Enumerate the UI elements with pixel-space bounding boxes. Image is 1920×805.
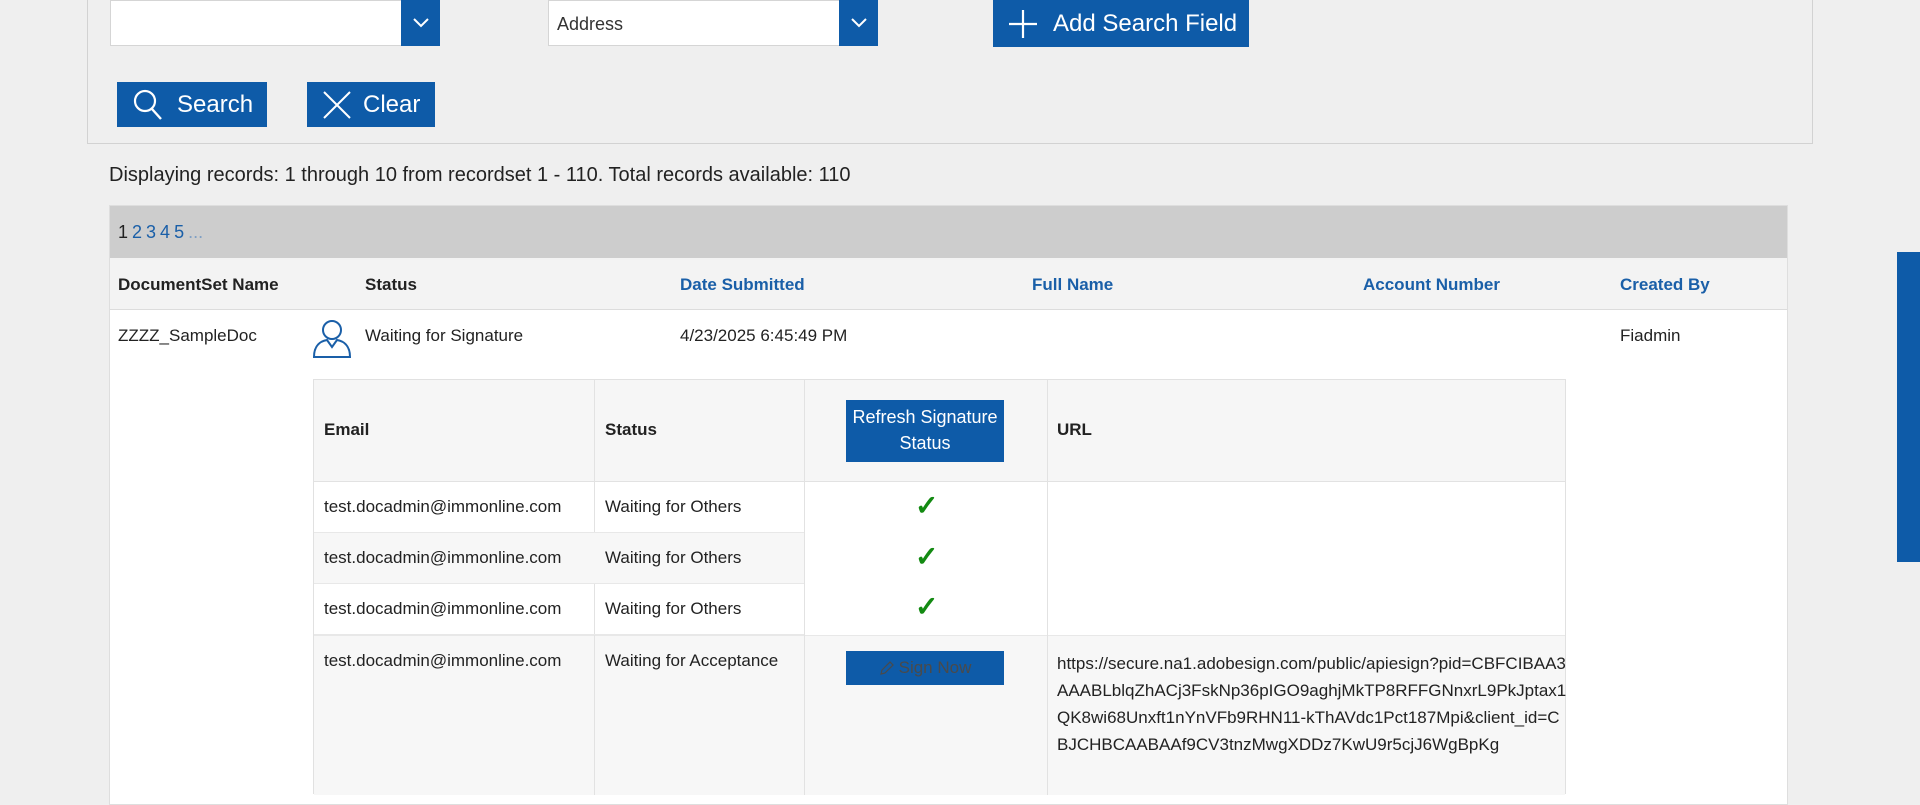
pager-page-link[interactable]: 5 xyxy=(174,222,184,243)
close-icon xyxy=(323,90,351,119)
col-account-number-sort[interactable]: Account Number xyxy=(1363,275,1500,295)
pager-page-link[interactable]: 4 xyxy=(160,222,170,243)
checkmark-icon: ✓ xyxy=(915,490,939,521)
signers-header-row: Email Status Refresh Signature Status UR… xyxy=(314,380,1565,482)
signer-row: test.docadmin@immonline.com Waiting for … xyxy=(314,482,804,533)
chevron-down-icon xyxy=(412,18,429,28)
signers-col-email: Email xyxy=(324,420,370,439)
chevron-down-icon xyxy=(850,18,867,28)
search-type-dropdown-button[interactable] xyxy=(839,0,878,46)
sign-now-button[interactable]: Sign Now xyxy=(846,651,1004,685)
col-full-name-sort[interactable]: Full Name xyxy=(1032,275,1113,295)
clear-button-label: Clear xyxy=(363,90,421,118)
row-status: Waiting for Signature xyxy=(365,326,524,345)
pager-more-link[interactable]: ... xyxy=(188,222,203,243)
signer-email: test.docadmin@immonline.com xyxy=(324,497,562,516)
search-type-select[interactable]: Address xyxy=(548,0,878,46)
signer-status: Waiting for Others xyxy=(605,548,742,567)
refresh-signature-status-button[interactable]: Refresh Signature Status xyxy=(846,400,1004,462)
checkmark-icon: ✓ xyxy=(915,591,939,622)
results-table: 1 2 3 4 5 ... DocumentSet Name Status Da… xyxy=(109,205,1788,805)
signer-email: test.docadmin@immonline.com xyxy=(324,651,562,670)
signer-row: test.docadmin@immonline.com Waiting for … xyxy=(314,533,804,584)
pager-page-link[interactable]: 2 xyxy=(132,222,142,243)
sign-now-label: Sign Now xyxy=(898,658,972,677)
search-icon xyxy=(133,89,162,120)
signer-status: Waiting for Others xyxy=(605,599,742,618)
signers-col-url: URL xyxy=(1057,420,1092,439)
signer-status: Waiting for Others xyxy=(605,497,742,516)
clear-button[interactable]: Clear xyxy=(307,82,435,127)
signer-status: Waiting for Acceptance xyxy=(605,651,779,670)
row-documentset-name: ZZZZ_SampleDoc xyxy=(118,326,257,345)
pager: 1 2 3 4 5 ... xyxy=(110,206,1787,258)
col-status: Status xyxy=(365,275,417,294)
checkmark-icon: ✓ xyxy=(915,541,939,572)
search-panel: Address Add Search Field Search Clear xyxy=(87,0,1813,144)
plus-icon xyxy=(1009,9,1037,38)
row-date-submitted: 4/23/2025 6:45:49 PM xyxy=(680,326,848,345)
signer-email: test.docadmin@immonline.com xyxy=(324,548,562,567)
search-field-dropdown-button[interactable] xyxy=(401,0,440,46)
signing-url: https://secure.na1.adobesign.com/public/… xyxy=(1057,654,1567,754)
search-button[interactable]: Search xyxy=(117,82,267,127)
column-header-row: DocumentSet Name Status Date Submitted F… xyxy=(110,258,1787,310)
signers-table: Email Status Refresh Signature Status UR… xyxy=(313,379,1567,795)
records-summary: Displaying records: 1 through 10 from re… xyxy=(109,164,851,186)
search-button-label: Search xyxy=(177,90,254,118)
scrollbar-thumb[interactable] xyxy=(1897,252,1920,562)
add-search-field-button[interactable]: Add Search Field xyxy=(993,0,1249,47)
user-icon[interactable] xyxy=(311,317,353,359)
pencil-icon xyxy=(879,661,894,675)
signer-row: test.docadmin@immonline.com Waiting for … xyxy=(314,584,804,635)
row-created-by: Fiadmin xyxy=(1620,326,1681,345)
signer-email: test.docadmin@immonline.com xyxy=(324,599,562,618)
search-type-select-value: Address xyxy=(557,14,624,34)
signers-col-status: Status xyxy=(605,420,657,439)
search-field-select[interactable] xyxy=(110,0,440,46)
pager-current-page: 1 xyxy=(118,221,129,242)
col-created-by-sort[interactable]: Created By xyxy=(1620,275,1710,295)
add-search-field-label: Add Search Field xyxy=(1053,9,1238,37)
col-date-submitted-sort[interactable]: Date Submitted xyxy=(680,275,805,295)
col-documentset-name: DocumentSet Name xyxy=(118,275,279,294)
pager-page-link[interactable]: 3 xyxy=(146,222,156,243)
